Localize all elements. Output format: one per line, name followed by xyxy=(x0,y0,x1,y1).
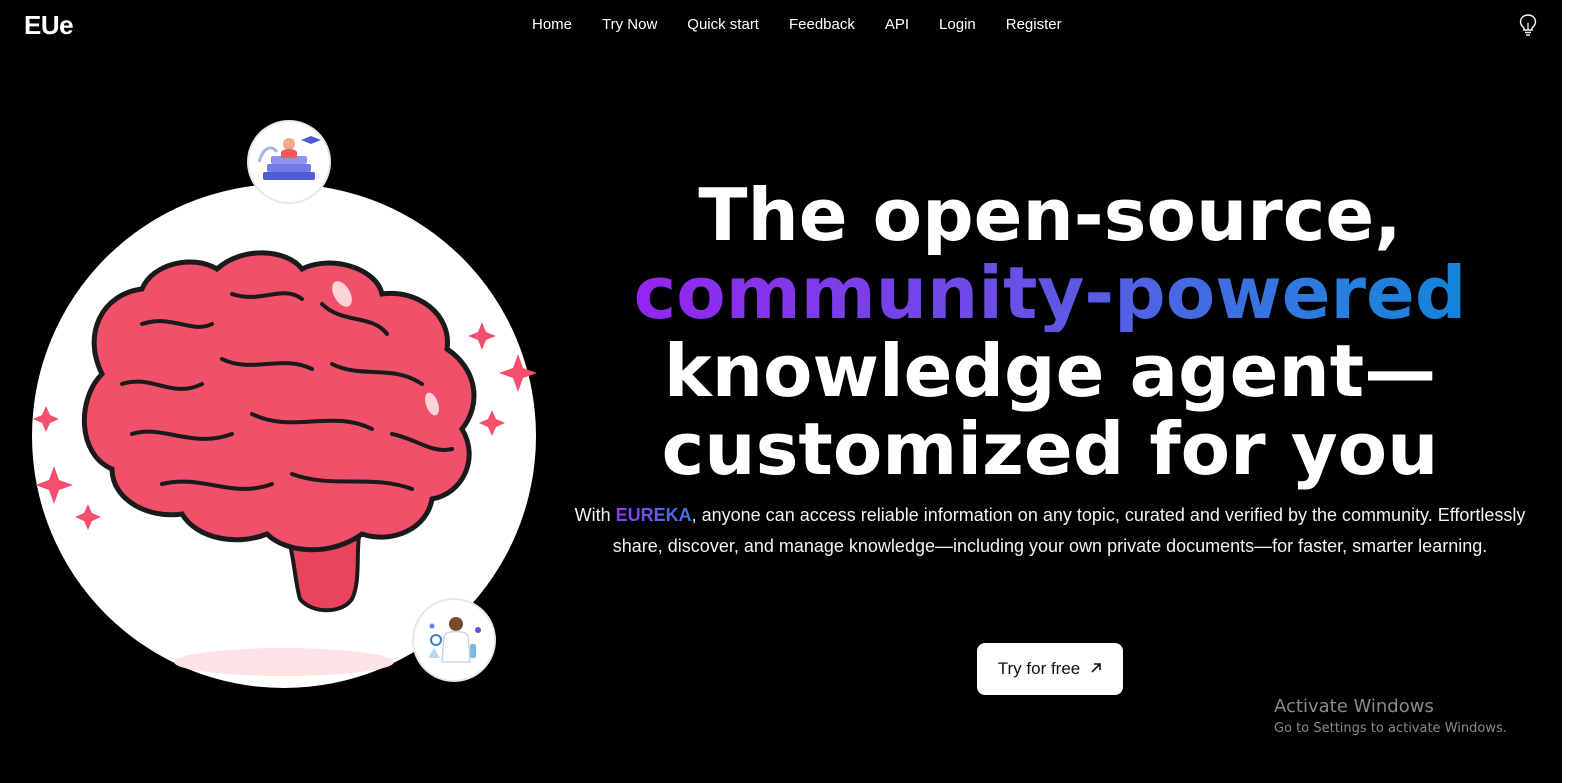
nav-feedback-link[interactable]: Feedback xyxy=(789,16,855,33)
windows-activation-watermark: Activate Windows Go to Settings to activ… xyxy=(1274,696,1507,736)
nav-quick-start-link[interactable]: Quick start xyxy=(687,16,759,33)
desc-prefix: With xyxy=(574,505,616,525)
window-scrollbar[interactable] xyxy=(1562,0,1585,783)
hero-description: With EUREKA, anyone can access reliable … xyxy=(552,500,1548,562)
nav-api-link[interactable]: API xyxy=(885,16,909,33)
nav-links: Home Try Now Quick start Feedback API Lo… xyxy=(532,16,1092,33)
nav-register-link[interactable]: Register xyxy=(1006,16,1062,33)
headline-line-3: knowledge agent— xyxy=(663,329,1437,413)
site-logo[interactable]: EUe xyxy=(24,10,74,41)
desc-brand-name: EUREKA xyxy=(615,505,692,525)
nav-login-link[interactable]: Login xyxy=(939,16,976,33)
scientist-avatar-badge xyxy=(412,598,496,682)
try-for-free-button[interactable]: Try for free xyxy=(977,643,1123,695)
headline-line-2-gradient: community-powered xyxy=(580,254,1520,332)
landing-page: EUe Home Try Now Quick start Feedback AP… xyxy=(0,0,1585,783)
hero-headline: The open-source, community-powered knowl… xyxy=(580,176,1520,488)
desc-body: , anyone can access reliable information… xyxy=(612,505,1526,556)
watermark-title: Activate Windows xyxy=(1274,696,1434,717)
nav-home-link[interactable]: Home xyxy=(532,16,572,33)
arrow-up-right-icon xyxy=(1090,661,1102,678)
top-navbar: EUe Home Try Now Quick start Feedback AP… xyxy=(0,0,1585,52)
nav-try-now-link[interactable]: Try Now xyxy=(602,16,657,33)
headline-line-4: customized for you xyxy=(661,407,1439,491)
cta-label: Try for free xyxy=(997,659,1081,678)
student-avatar-badge xyxy=(247,120,331,204)
watermark-subtitle: Go to Settings to activate Windows. xyxy=(1274,721,1507,736)
lightbulb-icon[interactable] xyxy=(1517,13,1539,37)
headline-line-1: The open-source, xyxy=(698,173,1402,257)
